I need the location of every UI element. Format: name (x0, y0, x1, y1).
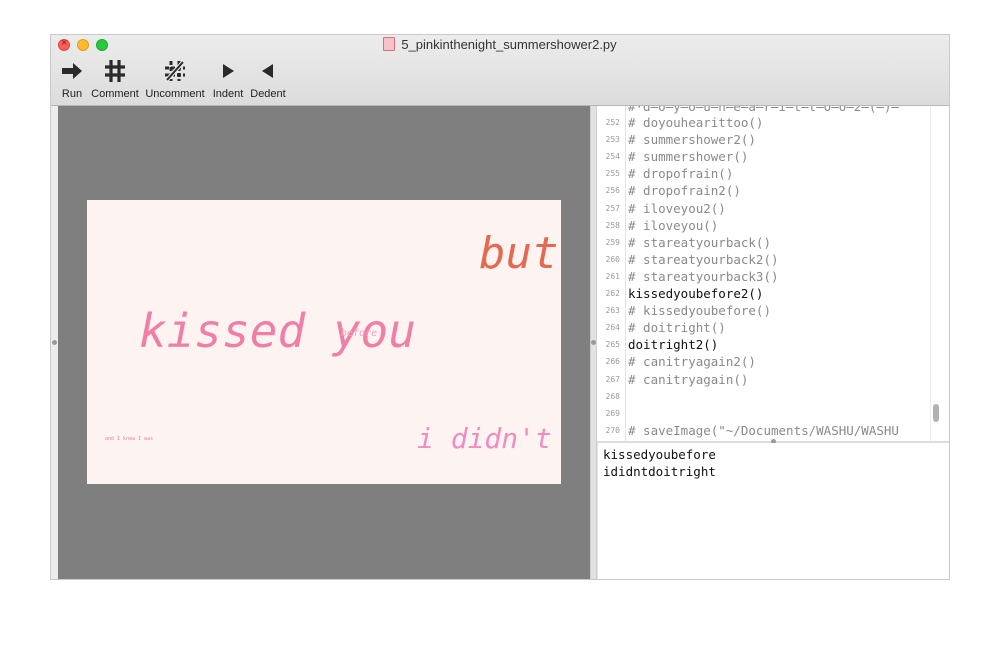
line-number: 256 (605, 186, 620, 196)
code-line[interactable]: 269 (597, 405, 949, 422)
left-resize-handle[interactable] (52, 340, 57, 345)
sketch-text-but: but (479, 228, 559, 279)
code-text: # canitryagain() (628, 371, 749, 387)
line-number: 265 (605, 340, 620, 350)
console-output: kissedyoubefore ididntdoitright (597, 443, 949, 579)
code-line[interactable]: 255 # dropofrain() (597, 165, 949, 182)
line-number: 266 (605, 357, 620, 367)
run-button[interactable]: Run (56, 57, 88, 100)
sketch-text-small: and I knew I was (105, 436, 154, 442)
line-number: 262 (605, 289, 620, 298)
code-line[interactable]: 259 # stareatyourback() (597, 234, 949, 251)
code-text-partial: #·d̶o̶y̶o̶u̶h̶e̶a̶r̶i̶t̶t̶o̶o̶2̶(̶)̶ (628, 106, 899, 114)
code-line[interactable]: 263 # kissedyoubefore() (597, 302, 949, 319)
code-line[interactable]: 264 # doitright() (597, 319, 949, 336)
line-number: 260 (605, 254, 620, 264)
line-number: 270 (605, 425, 620, 435)
window-title-text: 5_pinkinthenight_summershower2.py (401, 37, 617, 52)
line-number: 267 (605, 374, 620, 384)
line-number: 257 (605, 203, 620, 213)
sketch-text-i-didnt: i didn't (417, 422, 552, 455)
code-text: # stareatyourback() (628, 234, 771, 250)
line-number: 253 (605, 135, 620, 145)
code-line[interactable]: 252 # doyouhearittoo() (597, 114, 949, 131)
code-text: # summershower2() (628, 132, 756, 148)
hash-slash-icon (163, 57, 187, 85)
indent-label: Indent (212, 88, 244, 100)
code-line[interactable]: 260 # stareatyourback2() (597, 251, 949, 268)
code-text: # saveImage("~/Documents/WASHU/WASHU (628, 422, 899, 438)
line-number: 252 (605, 118, 620, 127)
code-line[interactable]: 258 # iloveyou() (597, 217, 949, 234)
code-line[interactable]: 266 # canitryagain2() (597, 353, 949, 370)
line-number: 269 (605, 408, 620, 418)
code-editor[interactable]: #·d̶o̶y̶o̶u̶h̶e̶a̶r̶i̶t̶t̶o̶o̶2̶(̶)̶ 252… (597, 106, 949, 441)
triangle-right-icon (220, 57, 236, 85)
window-title: 5_pinkinthenight_summershower2.py (51, 37, 949, 52)
code-line[interactable]: 268 (597, 388, 949, 405)
line-number: 258 (605, 220, 620, 230)
code-text: # dropofrain() (628, 166, 734, 182)
code-text: # iloveyou2() (628, 200, 726, 216)
comment-label: Comment (91, 88, 139, 100)
code-text: # doyouhearittoo() (628, 115, 764, 130)
sketch-text-ghost: before (341, 328, 378, 339)
console-line: kissedyoubefore (603, 447, 716, 462)
sketch-output: but kissed you before and I knew I was i… (87, 200, 561, 484)
code-text: # kissedyoubefore() (628, 303, 771, 319)
line-number: 254 (605, 152, 620, 162)
code-text: # stareatyourback2() (628, 251, 779, 267)
code-text: # dropofrain2() (628, 183, 741, 199)
app-window: 5_pinkinthenight_summershower2.py Run Co… (51, 35, 949, 579)
hash-icon (104, 57, 126, 85)
run-label: Run (61, 88, 83, 100)
code-text: # stareatyourback3() (628, 268, 779, 284)
line-number: 259 (605, 237, 620, 247)
code-line[interactable]: 257 # iloveyou2() (597, 200, 949, 217)
code-line[interactable]: 253 # summershower2() (597, 131, 949, 148)
code-line[interactable]: 270 # saveImage("~/Documents/WASHU/WASHU (597, 422, 949, 439)
run-arrow-icon (60, 57, 84, 85)
code-line[interactable]: 261 # stareatyourback3() (597, 268, 949, 285)
code-line-partial: #·d̶o̶y̶o̶u̶h̶e̶a̶r̶i̶t̶t̶o̶o̶2̶(̶)̶ (597, 106, 949, 114)
line-number: 268 (605, 391, 620, 401)
code-text: # summershower() (628, 149, 749, 165)
comment-button[interactable]: Comment (90, 57, 140, 100)
uncomment-label: Uncomment (145, 88, 205, 100)
code-text: # iloveyou() (628, 217, 719, 233)
code-line[interactable]: 262 kissedyoubefore2() (597, 285, 949, 302)
console-line: ididntdoitright (603, 464, 716, 479)
splitter-knob[interactable] (591, 340, 596, 345)
pane-splitter[interactable] (590, 106, 597, 579)
code-text: doitright2() (628, 337, 719, 353)
titlebar: 5_pinkinthenight_summershower2.py Run Co… (51, 35, 949, 106)
toolbar: Run Comment Uncomment Indent Dedent (56, 57, 288, 100)
left-edge (51, 106, 58, 579)
triangle-left-icon (260, 57, 276, 85)
dedent-button[interactable]: Dedent (248, 57, 288, 100)
sketch-canvas-pane: but kissed you before and I knew I was i… (58, 106, 590, 579)
uncomment-button[interactable]: Uncomment (144, 57, 206, 100)
code-line[interactable]: 256 # dropofrain2() (597, 182, 949, 199)
indent-button[interactable]: Indent (208, 57, 248, 100)
line-number: 264 (605, 323, 620, 333)
python-file-icon (383, 37, 396, 51)
line-number: 263 (605, 306, 620, 316)
code-text: kissedyoubefore2() (628, 286, 764, 301)
code-text: # canitryagain2() (628, 354, 756, 370)
dedent-label: Dedent (250, 88, 286, 100)
code-line[interactable]: 265 doitright2() (597, 336, 949, 353)
code-line[interactable]: 267 # canitryagain() (597, 371, 949, 388)
line-number: 255 (605, 169, 620, 179)
editor-scrollbar-thumb[interactable] (933, 404, 939, 422)
line-number: 261 (605, 271, 620, 281)
code-line[interactable]: 254 # summershower() (597, 148, 949, 165)
code-text: # doitright() (628, 320, 726, 336)
